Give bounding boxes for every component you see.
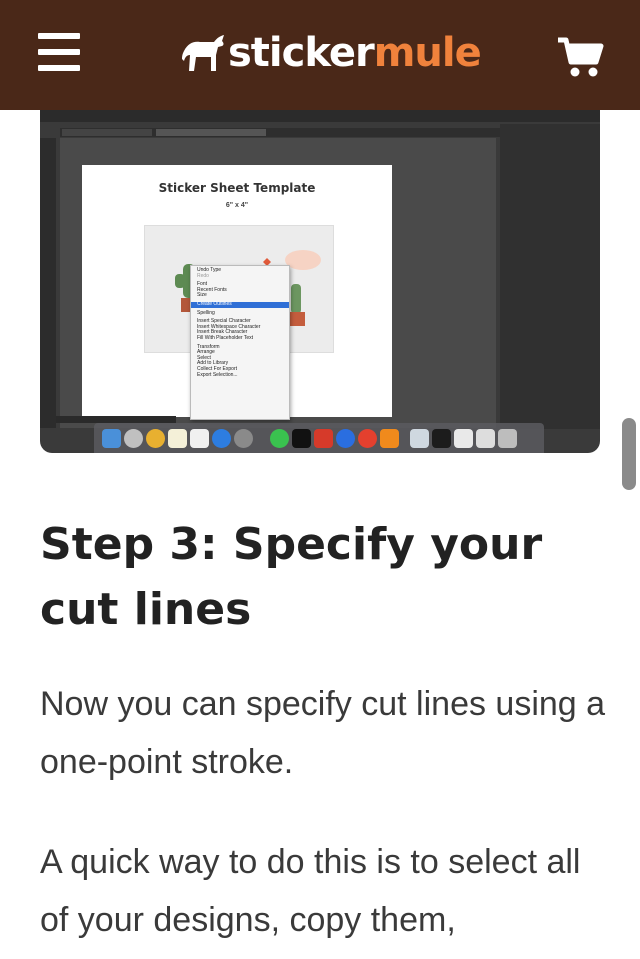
document-tabs <box>60 128 500 137</box>
status-bar <box>56 416 176 423</box>
sticker-mule-logo[interactable]: sticker mule <box>180 28 482 78</box>
step-heading: Step 3: Specify your cut lines <box>40 519 543 635</box>
sheet-size: 6" x 4" <box>225 202 249 209</box>
shopping-cart-icon[interactable] <box>556 36 604 78</box>
tools-panel <box>40 138 56 428</box>
illustrator-screenshot-image: Sticker Sheet Template 6" x 4" Undo Type… <box>40 110 600 453</box>
mule-logo-icon <box>182 35 224 71</box>
logo-text-sticker: sticker <box>228 30 375 76</box>
sheet-title: Sticker Sheet Template <box>158 181 316 195</box>
properties-panel <box>500 124 600 429</box>
macos-dock <box>94 423 544 453</box>
paragraph-1: Now you can specify cut lines using a on… <box>40 685 606 781</box>
paragraph-2: A quick way to do this is to select all … <box>40 843 581 939</box>
hamburger-menu-icon[interactable] <box>38 33 80 71</box>
site-header: sticker mule <box>0 0 640 110</box>
logo-text-mule: mule <box>373 30 482 76</box>
context-menu: Undo Type Redo Font Recent Fonts Size Cr… <box>190 265 290 420</box>
app-titlebar <box>40 110 600 122</box>
scrollbar-thumb[interactable] <box>622 418 636 490</box>
